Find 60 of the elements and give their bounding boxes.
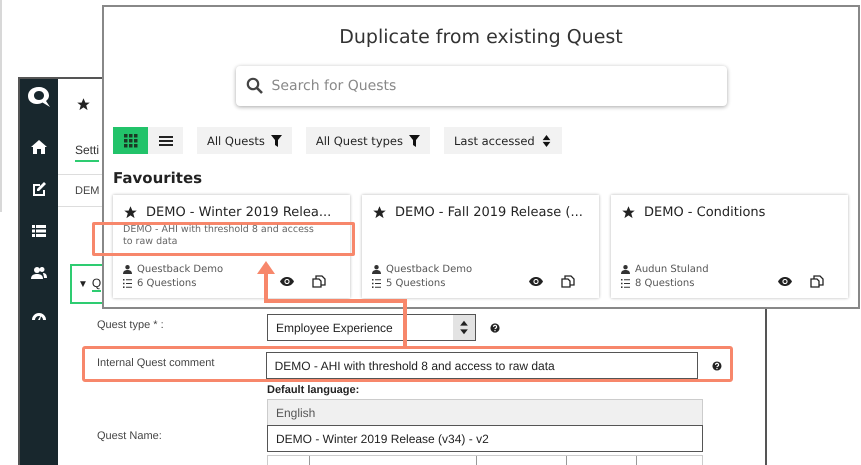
spinner-icon[interactable] (453, 315, 475, 340)
breadcrumb: DEM (75, 184, 100, 196)
quest-card[interactable]: DEMO - Winter 2019 Relea... DEMO - AHI with threshold 8 and access to raw data Questback Demo 6 Questions (113, 195, 350, 298)
home-icon[interactable] (31, 139, 47, 155)
copy-icon[interactable] (561, 275, 575, 288)
copy-icon[interactable] (312, 275, 326, 288)
text-field[interactable]: DEMO - AHI with threshold 8 and access to raw data (266, 352, 698, 379)
filter-dropdown[interactable]: All Quests (197, 127, 292, 154)
quest-type-select[interactable]: Employee Experience (267, 314, 476, 341)
filter-icon (409, 134, 420, 146)
star-icon[interactable] (621, 204, 636, 220)
filter-dropdown[interactable]: All Quest types (306, 127, 430, 154)
quest-card[interactable]: DEMO - Conditions Audun Stuland 8 Questions (611, 195, 848, 298)
edit-icon[interactable] (31, 181, 47, 197)
users-icon[interactable] (31, 265, 47, 281)
card-author: Questback Demo (386, 264, 472, 275)
list-icon[interactable] (31, 223, 47, 239)
sort-icon (540, 134, 552, 146)
eye-icon[interactable] (778, 275, 792, 288)
list-view-button[interactable] (148, 127, 183, 154)
grid-icon (124, 134, 138, 148)
quest-card[interactable]: DEMO - Fall 2019 Release (... Questback Demo 5 Questions (362, 195, 599, 298)
copy-icon[interactable] (810, 275, 824, 288)
field-caption: Default language: (267, 384, 360, 398)
text-field[interactable]: DEMO - Winter 2019 Release (v34) - v2 (267, 425, 703, 452)
eye-icon[interactable] (280, 275, 294, 288)
question-count: 5 Questions (386, 278, 446, 289)
field-label: Internal Quest comment (97, 356, 216, 369)
menu-icon (158, 134, 172, 148)
card-title: DEMO - Winter 2019 Relea... (146, 204, 332, 220)
logo-icon (26, 85, 52, 109)
list-icon (372, 279, 381, 288)
person-icon (123, 265, 132, 274)
star-icon[interactable] (123, 204, 138, 220)
language-field: English (267, 399, 703, 426)
card-title: DEMO - Conditions (644, 204, 766, 220)
grid-view-button[interactable] (113, 127, 148, 154)
section-title: Favourites (113, 169, 204, 189)
question-count: 6 Questions (137, 278, 196, 289)
field-label: Quest type * : (97, 318, 165, 331)
list-icon (123, 279, 132, 288)
card-title: DEMO - Fall 2019 Release (... (395, 204, 583, 220)
eye-icon[interactable] (529, 275, 543, 288)
star-icon[interactable] (76, 96, 91, 112)
star-icon[interactable] (372, 204, 387, 220)
question-count: 8 Questions (635, 278, 694, 289)
card-author: Audun Stuland (635, 264, 709, 275)
search-field[interactable]: Search for Quests (236, 66, 726, 106)
help-icon[interactable] (712, 360, 722, 370)
card-author: Questback Demo (137, 264, 224, 275)
help-icon[interactable] (490, 322, 500, 332)
card-description: DEMO - AHI with threshold 8 and access to raw data (123, 224, 315, 248)
person-icon (372, 265, 381, 274)
list-icon (621, 279, 630, 288)
filter-icon (270, 134, 282, 146)
person-icon (621, 265, 630, 274)
field-label: Quest Name: (97, 429, 163, 442)
settings-tab[interactable]: Setti (75, 141, 100, 162)
dialog-title: Duplicate from existing Quest (338, 26, 624, 49)
sort-dropdown[interactable]: Last accessed (444, 127, 562, 154)
